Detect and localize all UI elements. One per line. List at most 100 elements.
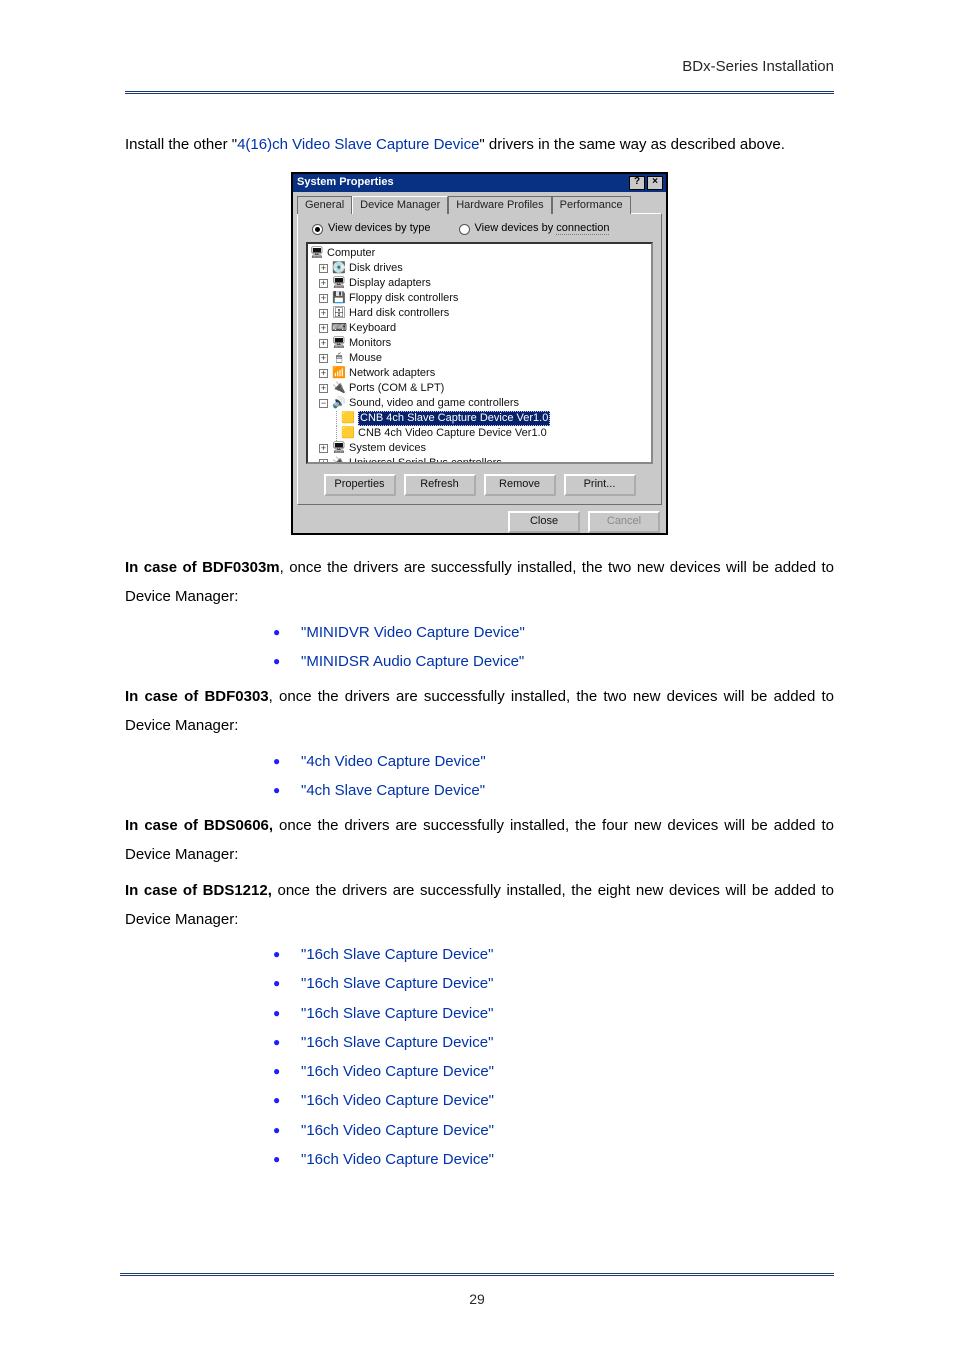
radio-dot-icon	[312, 224, 323, 235]
dialog-title: System Properties	[297, 176, 394, 190]
tab-performance[interactable]: Performance	[552, 196, 631, 215]
tree-branch-icon	[336, 426, 337, 441]
dialog-footer-buttons: Close Cancel	[293, 511, 666, 533]
list-item: "16ch Slave Capture Device"	[273, 969, 834, 998]
plus-icon[interactable]: +	[319, 444, 328, 453]
plus-icon[interactable]: +	[319, 354, 328, 363]
tree-child-selected[interactable]: 🟨CNB 4ch Slave Capture Device Ver1.0	[310, 411, 649, 426]
radio-dot-icon	[459, 224, 470, 235]
plus-icon[interactable]: +	[319, 384, 328, 393]
close-icon[interactable]: ×	[647, 176, 663, 190]
tree-item[interactable]: +📶Network adapters	[310, 366, 649, 381]
tree-item[interactable]: + 🗄Hard disk controllers	[310, 306, 649, 321]
tree-label: Disk drives	[349, 262, 403, 276]
bds1212-paragraph: In case of BDS1212, once the drivers are…	[125, 876, 834, 935]
sound-icon: 🔊	[332, 398, 346, 410]
list-item-label: "16ch Slave Capture Device"	[301, 1034, 493, 1051]
bdf0303m-paragraph: In case of BDF0303m, once the drivers ar…	[125, 553, 834, 612]
hdd-icon: 🗄	[332, 308, 346, 320]
intro-after: " drivers in the same way as described a…	[479, 136, 784, 153]
chip-icon: 🟨	[341, 413, 355, 425]
system-icon: 🖥	[332, 443, 346, 455]
list-item: "16ch Slave Capture Device"	[273, 1028, 834, 1057]
tree-root[interactable]: 🖥 Computer	[310, 246, 649, 261]
mouse-icon: 🖱	[332, 353, 346, 365]
page-footer: 29	[120, 1273, 834, 1313]
view-mode-radios: View devices by type View devices by con…	[306, 222, 653, 236]
list-item-label: "4ch Video Capture Device"	[301, 753, 486, 770]
usb-icon: 🔌	[332, 458, 346, 465]
bdf0303m-list: "MINIDVR Video Capture Device" "MINIDSR …	[125, 618, 834, 677]
floppy-icon: 💾	[332, 293, 346, 305]
list-item: "MINIDVR Video Capture Device"	[273, 618, 834, 647]
list-item-label: "16ch Slave Capture Device"	[301, 946, 493, 963]
tab-hardware-profiles[interactable]: Hardware Profiles	[448, 196, 551, 215]
help-icon[interactable]: ?	[629, 176, 645, 190]
page-number: 29	[469, 1291, 485, 1307]
bds1212-list: "16ch Slave Capture Device" "16ch Slave …	[125, 940, 834, 1174]
radio-conn-underlined: connection	[556, 222, 609, 235]
plus-icon[interactable]: +	[319, 369, 328, 378]
tree-label: Mouse	[349, 352, 382, 366]
plus-icon[interactable]: +	[319, 309, 328, 318]
refresh-button[interactable]: Refresh	[404, 474, 476, 496]
list-item-label: "16ch Video Capture Device"	[301, 1092, 494, 1109]
dialog-tabs: General Device Manager Hardware Profiles…	[293, 192, 666, 214]
tree-item[interactable]: +💽Disk drives	[310, 261, 649, 276]
bds0606-lead: In case of BDS0606,	[125, 817, 273, 834]
close-button[interactable]: Close	[508, 511, 580, 533]
bds0606-paragraph: In case of BDS0606, once the drivers are…	[125, 811, 834, 870]
plus-icon[interactable]: +	[319, 339, 328, 348]
list-item-label: "4ch Slave Capture Device"	[301, 782, 485, 799]
tree-item[interactable]: +💾Floppy disk controllers	[310, 291, 649, 306]
tree-label: CNB 4ch Video Capture Device Ver1.0	[358, 427, 547, 441]
plus-icon[interactable]: +	[319, 264, 328, 273]
remove-button[interactable]: Remove	[484, 474, 556, 496]
dialog-body: View devices by type View devices by con…	[297, 213, 662, 505]
radio-by-type[interactable]: View devices by type	[312, 222, 431, 236]
tree-label: Network adapters	[349, 367, 435, 381]
list-item-label: "16ch Video Capture Device"	[301, 1063, 494, 1080]
display-icon: 🖥	[332, 278, 346, 290]
list-item-label: "16ch Video Capture Device"	[301, 1151, 494, 1168]
radio-by-connection-label: View devices by connection	[475, 222, 610, 236]
minus-icon[interactable]: −	[319, 399, 328, 408]
plus-icon[interactable]: +	[319, 324, 328, 333]
tree-item[interactable]: +⌨Keyboard	[310, 321, 649, 336]
tab-device-manager[interactable]: Device Manager	[352, 196, 448, 215]
list-item-label: "16ch Slave Capture Device"	[301, 975, 493, 992]
tree-label: System devices	[349, 442, 426, 456]
intro-highlight: 4(16)ch Video Slave Capture Device	[237, 136, 479, 153]
tree-item[interactable]: +🔌Ports (COM & LPT)	[310, 381, 649, 396]
properties-button[interactable]: Properties	[324, 474, 396, 496]
list-item: "MINIDSR Audio Capture Device"	[273, 647, 834, 676]
tree-label: Universal Serial Bus controllers	[349, 457, 502, 464]
tab-general[interactable]: General	[297, 196, 352, 215]
print-button[interactable]: Print...	[564, 474, 636, 496]
bdf0303m-lead: In case of BDF0303m	[125, 559, 280, 576]
system-properties-dialog: System Properties ? × General Device Man…	[291, 172, 668, 536]
plus-icon[interactable]: +	[319, 294, 328, 303]
tree-item[interactable]: +🖥Monitors	[310, 336, 649, 351]
tree-item[interactable]: + 🔌Universal Serial Bus controllers	[310, 456, 649, 464]
tree-item-sound[interactable]: −🔊Sound, video and game controllers	[310, 396, 649, 411]
computer-icon: 🖥	[310, 248, 324, 260]
plus-icon[interactable]: +	[319, 279, 328, 288]
tree-child[interactable]: 🟨CNB 4ch Video Capture Device Ver1.0	[310, 426, 649, 441]
list-item-label: "16ch Slave Capture Device"	[301, 1005, 493, 1022]
radio-by-connection[interactable]: View devices by connection	[459, 222, 610, 236]
list-item-label: "MINIDSR Audio Capture Device"	[301, 653, 524, 670]
plus-icon[interactable]: +	[319, 459, 328, 464]
tree-item[interactable]: +🖥Display adapters	[310, 276, 649, 291]
tree-label: Hard disk controllers	[349, 307, 449, 321]
list-item-label: "MINIDVR Video Capture Device"	[301, 624, 525, 641]
dialog-button-row: Properties Refresh Remove Print...	[306, 474, 653, 496]
list-item: "16ch Video Capture Device"	[273, 1116, 834, 1145]
tree-item[interactable]: + 🖥System devices	[310, 441, 649, 456]
radio-conn-prefix: View devices by	[475, 222, 557, 234]
list-item: "16ch Slave Capture Device"	[273, 940, 834, 969]
bdf0303-lead: In case of BDF0303	[125, 688, 269, 705]
device-tree[interactable]: 🖥 Computer +💽Disk drives +🖥Display adapt…	[306, 242, 653, 464]
tree-item[interactable]: + 🖱Mouse	[310, 351, 649, 366]
monitor-icon: 🖥	[332, 338, 346, 350]
